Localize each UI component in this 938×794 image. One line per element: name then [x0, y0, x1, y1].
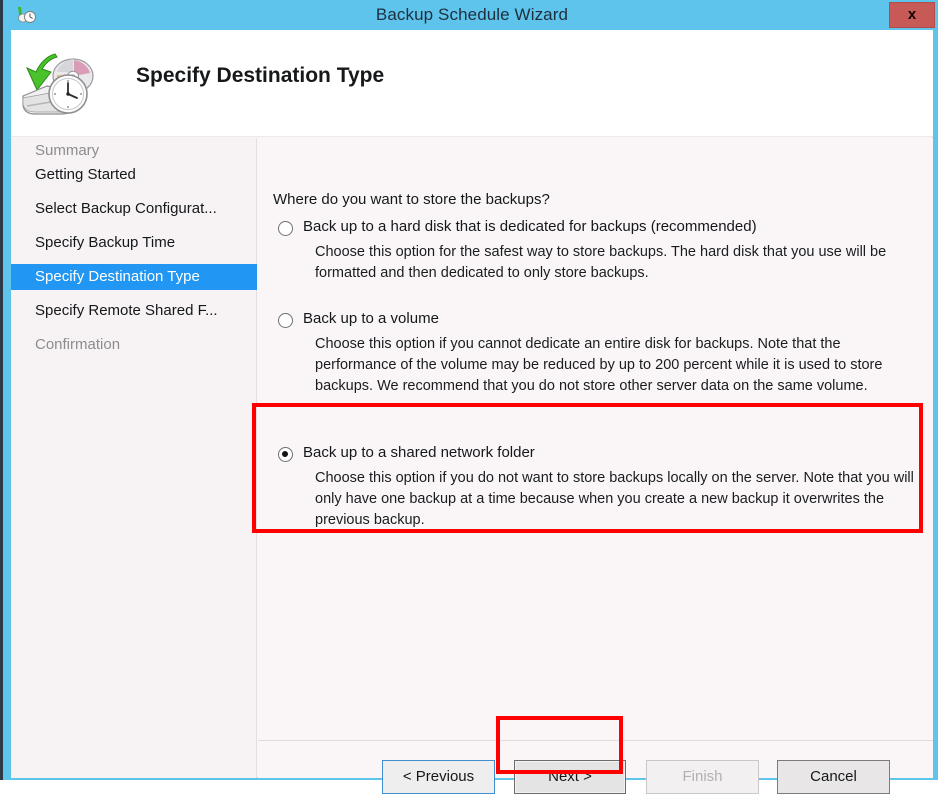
- sidebar-item-confirmation: Confirmation: [35, 336, 121, 353]
- disk-with-clock-and-green-arrow-icon: [17, 52, 99, 118]
- close-icon[interactable]: x: [889, 2, 935, 28]
- page-title: Specify Destination Type: [136, 64, 385, 87]
- sidebar-item-specify-destination-type[interactable]: Specify Destination Type: [11, 264, 257, 290]
- next-button[interactable]: Next >: [514, 760, 626, 794]
- wizard-client-area: Specify Destination Type Getting Started…: [11, 30, 933, 794]
- button-bar-divider: [258, 740, 933, 741]
- destination-option-hard-disk[interactable]: Back up to a hard disk that is dedicated…: [270, 218, 925, 281]
- radio-volume[interactable]: [278, 313, 293, 328]
- panel-question-label: Where do you want to store the backups?: [273, 191, 550, 208]
- sidebar-item-specify-remote-shared-folder[interactable]: Specify Remote Shared F...: [11, 298, 257, 324]
- window-titlebar: Backup Schedule Wizard x: [3, 0, 938, 30]
- sidebar-item-select-backup-configuration[interactable]: Select Backup Configurat...: [11, 196, 257, 222]
- previous-button[interactable]: < Previous: [382, 760, 495, 794]
- radio-label-shared-network-folder[interactable]: Back up to a shared network folder: [303, 444, 535, 461]
- sidebar-item-getting-started[interactable]: Getting Started: [11, 162, 257, 188]
- wizard-step-sidebar: Getting Started Select Backup Configurat…: [11, 138, 257, 778]
- sidebar-item-specify-backup-time[interactable]: Specify Backup Time: [11, 230, 257, 256]
- radio-hard-disk[interactable]: [278, 221, 293, 236]
- radio-shared-network-folder[interactable]: [278, 447, 293, 462]
- sidebar-item-summary: Summary: [35, 142, 100, 159]
- radio-label-hard-disk[interactable]: Back up to a hard disk that is dedicated…: [303, 218, 757, 235]
- option-description-hard-disk: Choose this option for the safest way to…: [315, 244, 887, 281]
- option-description-volume: Choose this option if you cannot dedicat…: [315, 336, 883, 394]
- finish-button: Finish: [646, 760, 759, 794]
- destination-type-panel: Where do you want to store the backups? …: [258, 138, 933, 794]
- page-header: Specify Destination Type: [11, 30, 933, 137]
- destination-option-volume[interactable]: Back up to a volume Choose this option i…: [270, 310, 925, 394]
- destination-option-shared-network-folder[interactable]: Back up to a shared network folder Choos…: [270, 444, 925, 528]
- wizard-window: Backup Schedule Wizard x Specify Destina…: [0, 0, 938, 794]
- cancel-button[interactable]: Cancel: [777, 760, 890, 794]
- window-title: Backup Schedule Wizard: [375, 5, 569, 24]
- option-description-shared-network-folder: Choose this option if you do not want to…: [315, 470, 914, 528]
- radio-label-volume[interactable]: Back up to a volume: [303, 310, 439, 327]
